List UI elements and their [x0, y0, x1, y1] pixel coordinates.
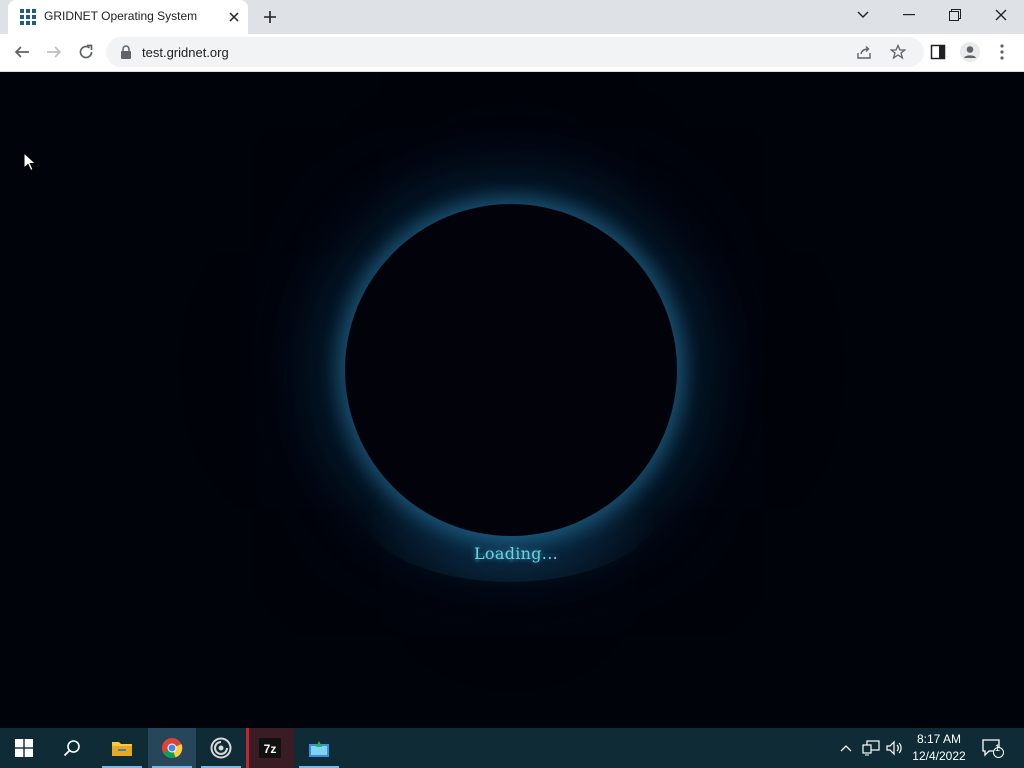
bookmark-star-icon[interactable]: [886, 40, 910, 64]
browser-tab-strip: GRIDNET Operating System: [0, 0, 1024, 34]
minimize-icon[interactable]: [886, 0, 932, 30]
clock-date: 12/4/2022: [912, 749, 966, 763]
close-tab-icon[interactable]: [224, 7, 244, 27]
clock-time: 8:17 AM: [916, 732, 962, 746]
back-arrow-icon[interactable]: [8, 38, 36, 66]
gridnet-grid-icon: [20, 9, 36, 25]
forward-arrow-icon[interactable]: [40, 38, 68, 66]
chrome-icon[interactable]: [148, 728, 196, 768]
tab-title: GRIDNET Operating System: [44, 9, 198, 23]
side-panel-icon[interactable]: [924, 38, 952, 66]
restore-icon[interactable]: [932, 0, 978, 30]
browser-tab[interactable]: GRIDNET Operating System: [8, 0, 248, 34]
browser-toolbar: test.gridnet.org: [0, 34, 1024, 72]
address-bar[interactable]: test.gridnet.org: [106, 37, 924, 67]
7zip-icon[interactable]: 7z: [246, 728, 294, 768]
reload-icon[interactable]: [72, 38, 100, 66]
loading-text-reflection: Loading...: [474, 550, 555, 564]
url-text: test.gridnet.org: [142, 45, 229, 60]
mouse-cursor-icon: [23, 151, 37, 172]
page-viewport: Loading... Loading...: [0, 72, 1024, 728]
windows-taskbar: 7z 8:17 AM 12/4/2022 1: [0, 728, 1024, 768]
show-hidden-icons-chevron-icon[interactable]: [836, 728, 856, 768]
new-tab-icon[interactable]: [258, 5, 282, 29]
profile-avatar-icon[interactable]: [956, 38, 984, 66]
tab-search-chevron-icon[interactable]: [840, 0, 886, 30]
network-icon[interactable]: [860, 728, 882, 768]
volume-icon[interactable]: [884, 728, 904, 768]
share-icon[interactable]: [852, 40, 876, 64]
menu-kebab-icon[interactable]: [988, 38, 1016, 66]
terminal-app-icon[interactable]: [295, 728, 343, 768]
notification-count: 1: [995, 743, 1001, 753]
swirl-app-icon[interactable]: [197, 728, 245, 768]
notifications-icon[interactable]: 1: [978, 728, 1008, 768]
system-clock[interactable]: 8:17 AM 12/4/2022: [906, 731, 972, 765]
svg-text:7z: 7z: [264, 742, 277, 756]
search-icon[interactable]: [48, 728, 96, 768]
windows-start-icon[interactable]: [0, 728, 48, 768]
lock-icon[interactable]: [120, 45, 132, 59]
eclipse-orb: [345, 204, 677, 536]
close-window-icon[interactable]: [978, 0, 1024, 30]
file-explorer-icon[interactable]: [98, 728, 146, 768]
